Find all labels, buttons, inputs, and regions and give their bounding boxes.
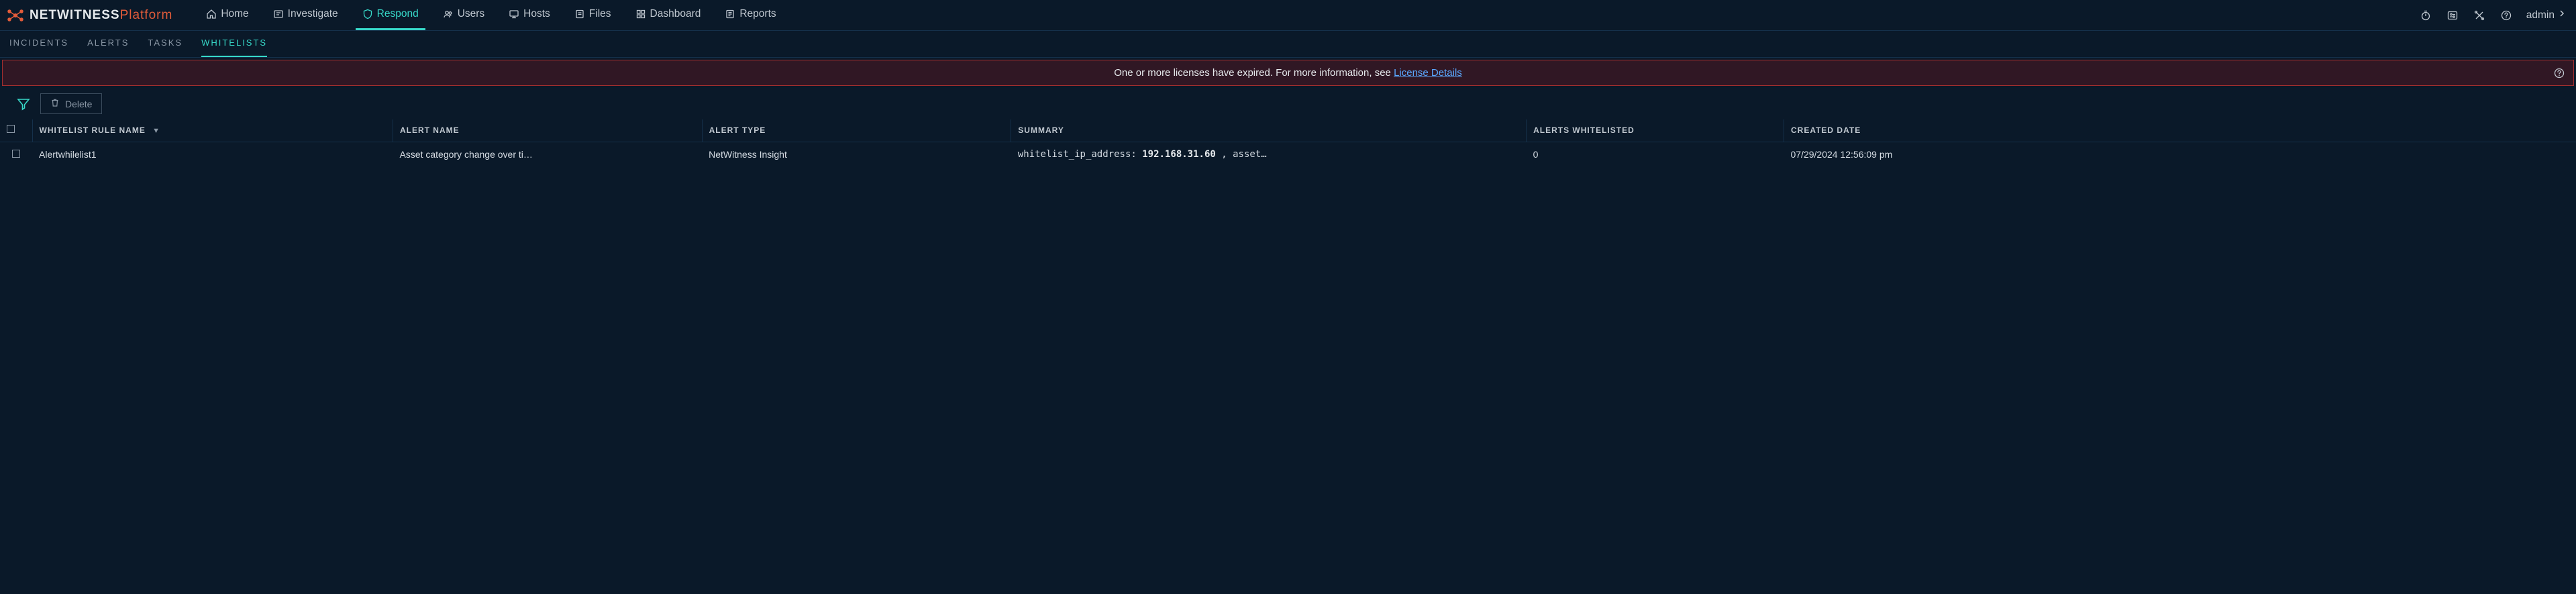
nav-label: Investigate xyxy=(288,8,338,20)
investigate-icon xyxy=(273,9,284,19)
reports-icon xyxy=(725,9,735,19)
sort-desc-icon: ▼ xyxy=(152,127,160,135)
banner-help-icon[interactable] xyxy=(2553,67,2565,79)
cell-summary: whitelist_ip_address: 192.168.31.60 , as… xyxy=(1011,142,1527,167)
nav-hosts[interactable]: Hosts xyxy=(502,0,557,30)
column-label: SUMMARY xyxy=(1018,126,1064,135)
nav-label: Hosts xyxy=(523,8,550,20)
nav-label: Files xyxy=(589,8,611,20)
column-summary[interactable]: SUMMARY xyxy=(1011,119,1527,142)
nav-users[interactable]: Users xyxy=(436,0,491,30)
summary-ip: 192.168.31.60 xyxy=(1142,149,1216,160)
cell-alert-name: Asset category change over ti… xyxy=(393,142,702,167)
chevron-right-icon xyxy=(2559,9,2565,21)
tab-tasks[interactable]: TASKS xyxy=(148,31,183,57)
subnav: INCIDENTS ALERTS TASKS WHITELISTS xyxy=(0,31,2576,58)
brand-secondary: Platform xyxy=(120,8,173,22)
tab-incidents[interactable]: INCIDENTS xyxy=(9,31,68,57)
column-alert-name[interactable]: ALERT NAME xyxy=(393,119,702,142)
license-details-link[interactable]: License Details xyxy=(1394,67,1462,79)
cell-rule-name: Alertwhilelist1 xyxy=(32,142,393,167)
users-icon xyxy=(443,9,454,19)
topbar-actions: admin xyxy=(2419,9,2565,22)
nav-files[interactable]: Files xyxy=(568,0,618,30)
nav-respond[interactable]: Respond xyxy=(356,0,425,30)
tab-alerts[interactable]: ALERTS xyxy=(87,31,129,57)
nav-label: Reports xyxy=(739,8,776,20)
cell-alert-type: NetWitness Insight xyxy=(702,142,1011,167)
dashboard-icon xyxy=(635,9,646,19)
nav-label: Home xyxy=(221,8,248,20)
banner-text: One or more licenses have expired. For m… xyxy=(1114,67,1394,79)
user-name: admin xyxy=(2526,9,2555,21)
help-icon[interactable] xyxy=(2500,9,2513,22)
column-label: WHITELIST RULE NAME xyxy=(40,126,146,135)
column-rule-name[interactable]: WHITELIST RULE NAME ▼ xyxy=(32,119,393,142)
primary-nav: Home Investigate Respond Users Hosts xyxy=(199,0,782,30)
license-banner: One or more licenses have expired. For m… xyxy=(2,60,2574,86)
user-menu[interactable]: admin xyxy=(2526,9,2565,21)
tools-icon[interactable] xyxy=(2473,9,2486,22)
nav-dashboard[interactable]: Dashboard xyxy=(629,0,708,30)
hosts-icon xyxy=(509,9,519,19)
cell-count: 0 xyxy=(1527,142,1784,167)
nav-home[interactable]: Home xyxy=(199,0,255,30)
row-checkbox[interactable] xyxy=(12,150,20,158)
nav-label: Dashboard xyxy=(650,8,701,20)
topbar: NETWITNESSPlatform Home Investigate Resp… xyxy=(0,0,2576,31)
nav-label: Users xyxy=(458,8,484,20)
column-label: ALERTS WHITELISTED xyxy=(1533,126,1635,135)
files-icon xyxy=(574,9,585,19)
column-label: ALERT NAME xyxy=(400,126,460,135)
nav-reports[interactable]: Reports xyxy=(718,0,782,30)
settings-panel-icon[interactable] xyxy=(2446,9,2459,22)
summary-key: whitelist_ip_address: xyxy=(1018,149,1137,160)
column-select-all xyxy=(0,119,32,142)
whitelist-toolbar: Delete xyxy=(0,88,2576,119)
nav-label: Respond xyxy=(377,8,419,20)
table-row[interactable]: Alertwhilelist1 Asset category change ov… xyxy=(0,142,2576,167)
home-icon xyxy=(206,9,217,19)
logo-icon xyxy=(7,7,24,24)
filter-icon[interactable] xyxy=(16,97,31,111)
whitelist-table: WHITELIST RULE NAME ▼ ALERT NAME ALERT T… xyxy=(0,119,2576,166)
product-logo[interactable]: NETWITNESSPlatform xyxy=(7,7,172,24)
column-alert-type[interactable]: ALERT TYPE xyxy=(702,119,1011,142)
cell-date: 07/29/2024 12:56:09 pm xyxy=(1784,142,2576,167)
timer-icon[interactable] xyxy=(2419,9,2432,22)
summary-suffix: , asset… xyxy=(1221,149,1266,160)
tab-whitelists[interactable]: WHITELISTS xyxy=(201,31,267,57)
select-all-checkbox[interactable] xyxy=(7,125,15,133)
column-label: CREATED DATE xyxy=(1791,126,1861,135)
delete-button[interactable]: Delete xyxy=(40,93,102,114)
brand-primary: NETWITNESS xyxy=(30,8,120,22)
column-alerts-whitelisted[interactable]: ALERTS WHITELISTED xyxy=(1527,119,1784,142)
delete-label: Delete xyxy=(65,99,92,109)
column-label: ALERT TYPE xyxy=(709,126,766,135)
nav-investigate[interactable]: Investigate xyxy=(266,0,345,30)
trash-icon xyxy=(50,98,60,109)
column-created-date[interactable]: CREATED DATE xyxy=(1784,119,2576,142)
shield-icon xyxy=(362,9,373,19)
